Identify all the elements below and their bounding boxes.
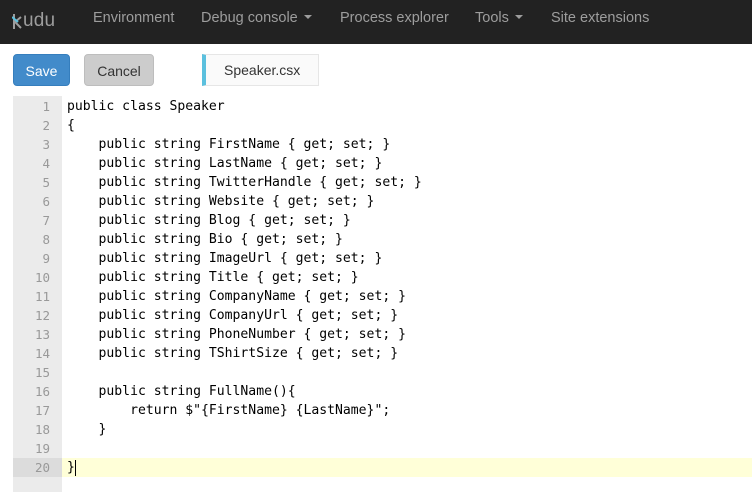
code-text[interactable]: return $"{FirstName} {LastName}"; — [67, 401, 390, 420]
code-text[interactable]: public string LastName { get; set; } — [67, 154, 383, 173]
code-line[interactable]: 7 public string Blog { get; set; } — [13, 211, 752, 230]
code-text[interactable]: public string Bio { get; set; } — [67, 230, 343, 249]
line-number: 17 — [34, 403, 50, 418]
nav-site-extensions[interactable]: Site extensions — [551, 0, 649, 44]
nav-tools[interactable]: Tools — [475, 0, 523, 44]
code-line[interactable]: 16 public string FullName(){ — [13, 382, 752, 401]
nav-tools-label: Tools — [475, 10, 509, 26]
nav-process-explorer[interactable]: Process explorer — [340, 0, 449, 44]
line-number: 4 — [42, 156, 50, 171]
code-text[interactable]: public string FullName(){ — [67, 382, 296, 401]
cancel-button[interactable]: Cancel — [84, 54, 154, 86]
code-text[interactable]: { — [67, 116, 75, 135]
code-line[interactable]: 14 public string TShirtSize { get; set; … — [13, 344, 752, 363]
line-number: 18 — [34, 422, 50, 437]
kudu-k-icon — [12, 11, 22, 31]
code-line[interactable]: 9 public string ImageUrl { get; set; } — [13, 249, 752, 268]
code-text[interactable]: } — [67, 458, 75, 477]
line-number: 12 — [34, 308, 50, 323]
code-line[interactable]: 2{ — [13, 116, 752, 135]
code-line[interactable]: 5 public string TwitterHandle { get; set… — [13, 173, 752, 192]
code-text[interactable]: public string Title { get; set; } — [67, 268, 359, 287]
line-number: 10 — [34, 270, 50, 285]
code-text[interactable]: public string TwitterHandle { get; set; … — [67, 173, 422, 192]
text-cursor — [75, 460, 76, 476]
code-line[interactable]: 20} — [13, 458, 752, 477]
kudu-logo[interactable]: udu — [12, 8, 55, 34]
brand-text: udu — [23, 10, 56, 31]
code-text[interactable]: } — [67, 420, 107, 439]
code-line[interactable]: 10 public string Title { get; set; } — [13, 268, 752, 287]
code-text[interactable]: public string TShirtSize { get; set; } — [67, 344, 399, 363]
line-number: 1 — [42, 99, 50, 114]
line-number: 14 — [34, 346, 50, 361]
code-text[interactable]: public class Speaker — [67, 97, 225, 116]
chevron-down-icon — [303, 15, 312, 20]
code-line[interactable]: 8 public string Bio { get; set; } — [13, 230, 752, 249]
line-number: 5 — [42, 175, 50, 190]
code-text[interactable]: public string CompanyName { get; set; } — [67, 287, 406, 306]
line-number: 11 — [34, 289, 50, 304]
nav-environment-label: Environment — [93, 10, 175, 26]
code-line[interactable]: 6 public string Website { get; set; } — [13, 192, 752, 211]
code-line[interactable]: 12 public string CompanyUrl { get; set; … — [13, 306, 752, 325]
code-line-bg — [62, 439, 752, 458]
nav-environment[interactable]: Environment — [93, 0, 174, 44]
code-line[interactable]: 19 — [13, 439, 752, 458]
code-line[interactable]: 4 public string LastName { get; set; } — [13, 154, 752, 173]
code-line-bg — [62, 420, 752, 439]
code-editor[interactable]: 1 public class Speaker 2{3 public string F… — [13, 96, 752, 492]
line-number: 6 — [42, 194, 50, 209]
line-number: 2 — [42, 118, 50, 133]
code-text[interactable]: public string CompanyUrl { get; set; } — [67, 306, 399, 325]
code-line-bg — [62, 458, 752, 477]
file-tab[interactable]: Speaker.csx — [202, 54, 319, 86]
line-number: 15 — [34, 365, 50, 380]
line-number: 20 — [34, 460, 50, 475]
nav-debug-console[interactable]: Debug console — [201, 0, 312, 44]
code-line[interactable]: 15 — [13, 363, 752, 382]
code-text[interactable]: public string ImageUrl { get; set; } — [67, 249, 383, 268]
code-line[interactable]: 13 public string PhoneNumber { get; set;… — [13, 325, 752, 344]
nav-debug-console-label: Debug console — [201, 10, 298, 26]
line-number: 9 — [42, 251, 50, 266]
code-line[interactable]: 17 return $"{FirstName} {LastName}"; — [13, 401, 752, 420]
code-line[interactable]: 18 } — [13, 420, 752, 439]
line-number: 3 — [42, 137, 50, 152]
code-line-bg — [62, 116, 752, 135]
nav-site-extensions-label: Site extensions — [551, 10, 650, 26]
code-text[interactable]: public string Blog { get; set; } — [67, 211, 351, 230]
nav-process-explorer-label: Process explorer — [340, 10, 449, 26]
chevron-down-icon — [514, 15, 523, 20]
code-text[interactable]: public string PhoneNumber { get; set; } — [67, 325, 406, 344]
code-line[interactable]: 3 public string FirstName { get; set; } — [13, 135, 752, 154]
save-button[interactable]: Save — [13, 54, 70, 86]
top-navbar: udu Environment Debug console Process ex… — [0, 0, 752, 44]
line-number: 19 — [34, 441, 50, 456]
line-number: 7 — [42, 213, 50, 228]
code-line[interactable]: 11 public string CompanyName { get; set;… — [13, 287, 752, 306]
line-number: 16 — [34, 384, 50, 399]
line-number: 13 — [34, 327, 50, 342]
line-number: 8 — [42, 232, 50, 247]
code-line[interactable]: 1 public class Speaker — [13, 97, 752, 116]
code-text[interactable]: public string Website { get; set; } — [67, 192, 375, 211]
code-text[interactable]: public string FirstName { get; set; } — [67, 135, 391, 154]
code-line-bg — [62, 363, 752, 382]
